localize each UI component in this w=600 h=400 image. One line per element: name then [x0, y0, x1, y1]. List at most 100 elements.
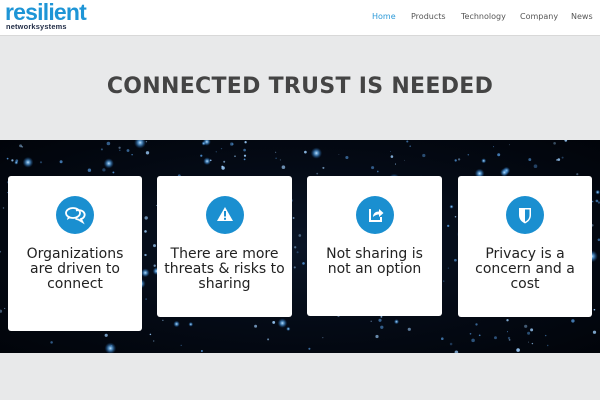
star — [316, 172, 319, 175]
star — [19, 144, 23, 148]
star — [144, 216, 148, 220]
star — [145, 141, 148, 143]
star — [134, 140, 147, 149]
star — [304, 150, 307, 154]
star — [173, 320, 180, 328]
chat-bubbles-icon — [56, 196, 94, 234]
star — [441, 337, 444, 340]
star — [449, 204, 454, 209]
star — [267, 338, 270, 341]
star — [393, 319, 400, 325]
star — [422, 153, 426, 158]
star — [294, 246, 297, 249]
star — [275, 151, 277, 153]
hero-title: CONNECTED TRUST IS NEEDED — [106, 74, 494, 99]
star — [345, 155, 349, 160]
card-threats: There are more threats & risks to sharin… — [157, 176, 292, 317]
star — [272, 320, 276, 324]
star — [221, 166, 225, 170]
nav-item-company[interactable]: Company — [520, 12, 558, 22]
star — [231, 143, 234, 146]
star — [162, 319, 164, 321]
star — [223, 160, 226, 163]
brand-logo[interactable]: resilient networksystems — [5, 0, 97, 33]
star — [406, 140, 409, 143]
star — [454, 159, 457, 162]
star — [140, 268, 150, 278]
star — [454, 258, 457, 262]
star — [506, 319, 509, 322]
star — [298, 234, 302, 237]
star — [215, 151, 217, 153]
star — [557, 158, 561, 161]
star — [0, 250, 1, 253]
star — [370, 320, 372, 322]
star — [404, 159, 406, 161]
star — [243, 158, 246, 161]
star — [6, 157, 9, 160]
star — [409, 145, 412, 148]
star — [200, 154, 203, 157]
star — [407, 327, 411, 331]
star — [509, 144, 511, 146]
card-text: Organizations are driven to connect — [26, 246, 124, 292]
share-icon — [355, 196, 394, 234]
star — [308, 347, 311, 350]
star — [546, 344, 549, 347]
star — [564, 140, 568, 142]
star — [592, 330, 597, 334]
star — [508, 339, 511, 341]
star — [153, 264, 156, 267]
star — [131, 154, 133, 156]
star — [119, 149, 121, 152]
star — [110, 344, 113, 347]
star — [254, 324, 258, 328]
nav-item-products[interactable]: Products — [411, 12, 446, 22]
star — [100, 148, 103, 151]
star — [457, 158, 461, 161]
star — [4, 307, 6, 310]
nav-item-news[interactable]: News — [571, 12, 593, 22]
star — [447, 267, 450, 269]
shield-icon — [506, 196, 544, 234]
star — [530, 328, 534, 332]
site-header: resilient networksystems Home Products T… — [0, 0, 600, 36]
star — [2, 207, 5, 209]
star — [394, 163, 397, 165]
star — [310, 147, 323, 159]
star — [338, 154, 340, 155]
star — [471, 338, 475, 343]
star — [322, 166, 325, 169]
star — [524, 324, 528, 328]
star — [507, 336, 511, 340]
star — [595, 199, 599, 203]
star — [144, 253, 147, 257]
star — [443, 280, 445, 282]
star — [528, 158, 532, 162]
star — [200, 349, 203, 353]
star — [390, 151, 392, 153]
star — [14, 160, 19, 165]
star — [528, 341, 529, 343]
star — [118, 146, 121, 149]
star — [39, 161, 43, 164]
star — [281, 165, 286, 169]
card-text: Not sharing is not an option — [326, 246, 423, 277]
star — [188, 321, 194, 327]
star — [180, 344, 182, 346]
star — [220, 147, 223, 150]
star — [22, 156, 34, 168]
star — [516, 348, 520, 352]
star — [106, 141, 111, 146]
star — [322, 336, 324, 339]
star — [497, 153, 501, 157]
nav-item-technology[interactable]: Technology — [461, 12, 506, 22]
nav-item-home[interactable]: Home — [372, 12, 396, 22]
star — [293, 266, 296, 269]
star — [527, 331, 531, 335]
card-not-sharing: Not sharing is not an option — [307, 176, 442, 316]
star — [467, 154, 470, 156]
star — [144, 230, 147, 233]
star — [454, 350, 459, 353]
card-text: There are more threats & risks to sharin… — [164, 246, 285, 292]
